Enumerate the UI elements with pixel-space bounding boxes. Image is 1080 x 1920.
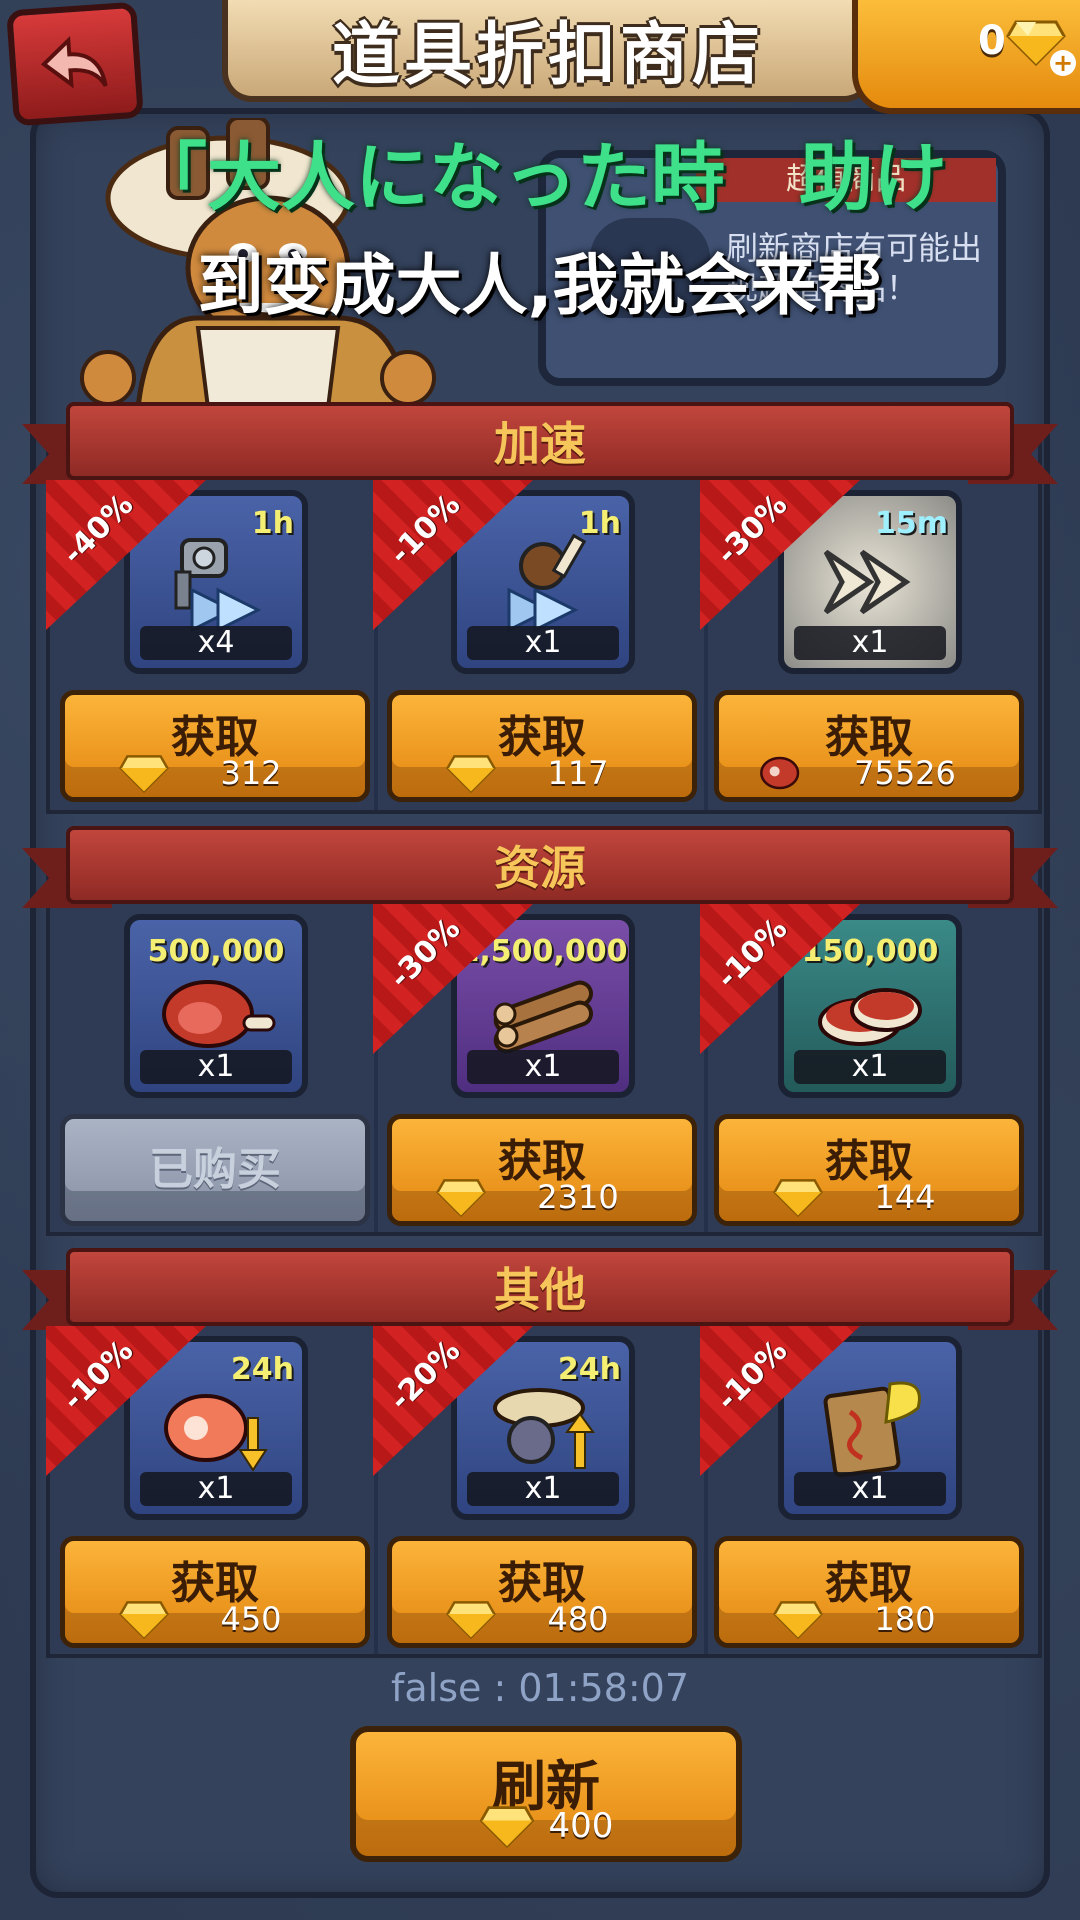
steak-resource-icon <box>818 988 922 1046</box>
page-title: 道具折扣商店 <box>331 15 764 95</box>
section-title: 资源 <box>494 841 586 895</box>
diamond-icon <box>479 1806 534 1848</box>
item-quantity: x1 <box>794 1472 946 1506</box>
section-banner-speedup: 加速 <box>22 402 1058 484</box>
shop-item: 1,500,000 x1 -30% 获取 2310 <box>373 904 701 1254</box>
buy-button[interactable]: 获取 180 <box>714 1536 1024 1648</box>
section-banner-other: 其他 <box>22 1248 1058 1330</box>
diamond-icon <box>446 1601 497 1639</box>
diamond-icon <box>773 1601 824 1639</box>
hammer-speedup-icon <box>174 538 262 632</box>
duration-tag: 24h <box>557 1352 621 1387</box>
section-title: 其他 <box>494 1263 586 1317</box>
gem-balance[interactable]: 0 + <box>852 0 1080 114</box>
shop-item: 24h x1 -10% 获取 450 <box>46 1326 374 1676</box>
item-price: 144 <box>874 1178 936 1216</box>
wood-resource-icon <box>493 980 593 1054</box>
section-title: 加速 <box>494 417 586 471</box>
title-plate: 道具折扣商店 <box>222 0 874 102</box>
item-icon-card[interactable]: 500,000 x1 <box>124 914 308 1098</box>
purchased-button: 已购买 <box>60 1114 370 1226</box>
buy-button[interactable]: 获取 480 <box>387 1536 697 1648</box>
item-price: 312 <box>220 754 282 792</box>
item-quantity: x1 <box>794 626 946 660</box>
meat-currency-icon <box>760 756 800 790</box>
buy-button[interactable]: 获取 144 <box>714 1114 1024 1226</box>
item-quantity: x1 <box>794 1050 946 1084</box>
shop-item: 1h x4 -40% 获取 312 <box>46 480 374 830</box>
duration-tag: 24h <box>230 1352 294 1387</box>
item-price: 180 <box>874 1600 936 1638</box>
subtitle-chinese: 到变成大人,我就会来帮 <box>197 247 883 324</box>
item-quantity: x4 <box>140 626 292 660</box>
item-price: 75526 <box>854 754 956 792</box>
refresh-button[interactable]: 刷新 400 <box>350 1726 742 1862</box>
buy-button[interactable]: 获取 2310 <box>387 1114 697 1226</box>
item-quantity: x1 <box>140 1050 292 1084</box>
item-price: 2310 <box>537 1178 619 1216</box>
add-gems-icon[interactable]: + <box>1050 50 1076 76</box>
item-quantity: x1 <box>467 626 619 660</box>
back-arrow-icon <box>40 35 108 89</box>
buy-button[interactable]: 获取 450 <box>60 1536 370 1648</box>
item-price: 117 <box>547 754 609 792</box>
buy-button[interactable]: 获取 75526 <box>714 690 1024 802</box>
purchased-label: 已购买 <box>149 1144 281 1195</box>
duration-tag: 1h <box>578 506 621 541</box>
buy-button[interactable]: 获取 117 <box>387 690 697 802</box>
diamond-icon <box>119 755 170 793</box>
meat-resource-icon <box>162 980 276 1048</box>
duration-tag: 1h <box>251 506 294 541</box>
diamond-icon <box>773 1179 824 1217</box>
back-button[interactable] <box>6 1 144 127</box>
meat-boost-icon <box>164 1394 268 1472</box>
item-quantity: x1 <box>140 1472 292 1506</box>
shop-item: 500,000 x1 已购买 <box>46 914 374 1254</box>
refresh-timer: false : 01:58:07 <box>390 1666 690 1710</box>
shop-item: 150,000 x1 -10% 获取 144 <box>700 904 1028 1254</box>
duration-tag: 15m <box>874 506 948 541</box>
diamond-icon <box>446 755 497 793</box>
refresh-price: 400 <box>548 1806 614 1846</box>
fast-forward-icon <box>823 549 911 615</box>
shop-item: 15m x1 -30% 获取 75526 <box>700 480 1028 830</box>
gem-count: 0 <box>978 18 1006 64</box>
diamond-icon <box>119 1601 170 1639</box>
caveman-speedup-icon <box>507 533 587 632</box>
buy-button[interactable]: 获取 312 <box>60 690 370 802</box>
diamond-icon <box>436 1179 487 1217</box>
subtitle-japanese: 「大人になった時 助け <box>133 135 947 221</box>
rename-scroll-icon <box>823 1381 921 1478</box>
shop-item: x1 -10% 获取 180 <box>700 1326 1028 1676</box>
item-price: 480 <box>547 1600 609 1638</box>
item-quantity: x1 <box>467 1472 619 1506</box>
shop-item: 24h x1 -20% 获取 480 <box>373 1326 701 1676</box>
troop-boost-icon <box>493 1388 595 1469</box>
item-quantity: x1 <box>467 1050 619 1084</box>
shop-item: 1h x1 -10% 获取 117 <box>373 480 701 830</box>
item-price: 450 <box>220 1600 282 1638</box>
section-banner-resources: 资源 <box>22 826 1058 908</box>
